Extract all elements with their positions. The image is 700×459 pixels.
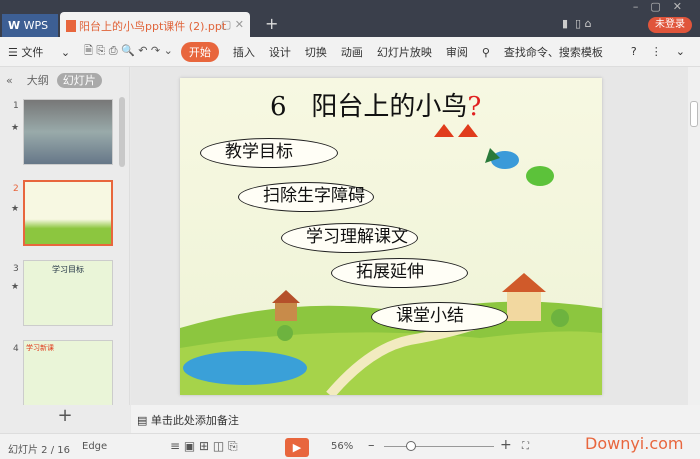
- thumb-number: 4: [13, 344, 19, 354]
- help-icon[interactable]: ?: [631, 45, 637, 58]
- panel-scrollbar[interactable]: [119, 97, 125, 167]
- new-tab-button[interactable]: +: [265, 14, 278, 33]
- item-text: 课堂小结: [396, 306, 464, 326]
- search-label: 查找命令、搜索模板: [503, 45, 603, 59]
- zoom-in-button[interactable]: +: [500, 437, 512, 453]
- zoom-slider[interactable]: [384, 446, 494, 447]
- quick-access-icons[interactable]: 🗎 ⎘ ⎙ 🔍 ↶ ↷ ⌄: [84, 42, 173, 61]
- notes-icon: ▤: [137, 414, 148, 427]
- tab-review[interactable]: 审阅: [446, 44, 468, 60]
- title-bar: W WPS 阳台上的小鸟ppt课件 (2).ppt ▢ ✕ + ▮ ▯ ⌂ –▢✕…: [0, 0, 700, 37]
- animation-star-icon: ★: [11, 282, 20, 292]
- item-text: 学习理解课文: [306, 227, 408, 247]
- document-tab[interactable]: 阳台上的小鸟ppt课件 (2).ppt ▢ ✕: [60, 12, 250, 37]
- play-slideshow-button[interactable]: ▶: [285, 438, 309, 457]
- close-tab-icon[interactable]: ▢ ✕: [221, 18, 244, 31]
- item-oval[interactable]: 扫除生字障碍: [238, 182, 374, 212]
- ppt-file-icon: [66, 20, 76, 32]
- search-command[interactable]: ⚲ 查找命令、搜索模板: [482, 44, 617, 60]
- tab-slides[interactable]: 幻灯片: [56, 73, 102, 88]
- status-bar: 幻灯片 2 / 16 Edge ≡ ▣ ⊞ ◫ ⎘ ▶ 56% – + ⛶ Do…: [0, 433, 700, 459]
- thumb-title: 学习目标: [52, 265, 84, 274]
- item-oval[interactable]: 拓展延伸: [331, 258, 468, 288]
- tab-transition[interactable]: 切换: [305, 44, 327, 60]
- login-button[interactable]: 未登录: [648, 17, 692, 33]
- add-slide-button[interactable]: +: [0, 405, 130, 433]
- view-mode-icons[interactable]: ≡ ▣ ⊞ ◫ ⎘: [170, 439, 238, 454]
- tab-animation[interactable]: 动画: [341, 44, 363, 60]
- panel-tabs: « 大纲 幻灯片: [0, 67, 130, 89]
- notes-placeholder: 单击此处添加备注: [150, 414, 239, 427]
- menu-file[interactable]: ☰ 文件 ⌄: [8, 44, 70, 60]
- thumb-number: 3: [13, 264, 19, 274]
- tab-start[interactable]: 开始: [180, 41, 219, 62]
- fit-window-icon[interactable]: ⛶: [522, 441, 529, 452]
- tab-insert[interactable]: 插入: [233, 44, 255, 60]
- animation-star-icon: ★: [11, 123, 20, 133]
- collapse-ribbon-icon[interactable]: ⌄: [676, 45, 685, 58]
- thumb-title: 学习新课: [26, 344, 54, 352]
- tab-slideshow[interactable]: 幻灯片放映: [377, 44, 432, 60]
- slide-thumb-1[interactable]: [23, 99, 113, 165]
- notes-area[interactable]: ▤ 单击此处添加备注: [131, 405, 700, 433]
- document-tab-label: 阳台上的小鸟ppt课件 (2).ppt: [79, 20, 227, 33]
- item-text: 教学目标: [225, 142, 293, 162]
- item-oval[interactable]: 学习理解课文: [281, 223, 418, 253]
- zoom-out-button[interactable]: –: [368, 438, 375, 453]
- window-controls[interactable]: –▢✕: [633, 0, 694, 13]
- ribbon-toolbar: ☰ 文件 ⌄ 🗎 ⎘ ⎙ 🔍 ↶ ↷ ⌄ 开始 插入 设计 切换 动画 幻灯片放…: [0, 37, 700, 67]
- search-icon: ⚲: [481, 45, 490, 59]
- tab-outline[interactable]: 大纲: [27, 74, 49, 87]
- zoom-level[interactable]: 56%: [331, 441, 353, 452]
- current-slide[interactable]: 6 阳台上的小鸟? 教学目标 扫除生字障碍 学习理解课文 拓展延伸 课堂小结: [180, 78, 602, 395]
- watermark: Downyi.com: [585, 434, 684, 453]
- animation-star-icon: ★: [11, 204, 20, 214]
- file-label: 文件: [21, 45, 44, 59]
- thumb-number: 1: [13, 101, 19, 111]
- slide-thumb-3[interactable]: 学习目标: [23, 260, 113, 326]
- vertical-scrollbar[interactable]: [688, 67, 700, 405]
- slide-thumb-2[interactable]: [23, 180, 113, 246]
- slide-thumb-4[interactable]: 学习新课: [23, 340, 113, 406]
- more-icon[interactable]: ⋮: [651, 45, 662, 58]
- tab-design[interactable]: 设计: [269, 44, 291, 60]
- wps-home-tab[interactable]: W WPS: [2, 14, 58, 37]
- slide-panel: « 大纲 幻灯片 1 ★ 2 ★ 3 ★ 学习目标 4 学习新课: [0, 67, 130, 406]
- theme-name: Edge: [82, 441, 108, 452]
- zoom-slider-knob[interactable]: [406, 441, 416, 451]
- item-oval[interactable]: 教学目标: [200, 138, 338, 168]
- item-oval[interactable]: 课堂小结: [371, 302, 508, 332]
- bird-illustration: [485, 148, 554, 186]
- wps-label: WPS: [23, 19, 49, 32]
- titlebar-tools-icon[interactable]: ▮ ▯ ⌂: [562, 17, 592, 30]
- slide-position: 幻灯片 2 / 16: [8, 445, 70, 456]
- thumb-number: 2: [13, 184, 19, 194]
- item-text: 扫除生字障碍: [263, 186, 365, 206]
- item-text: 拓展延伸: [356, 262, 424, 282]
